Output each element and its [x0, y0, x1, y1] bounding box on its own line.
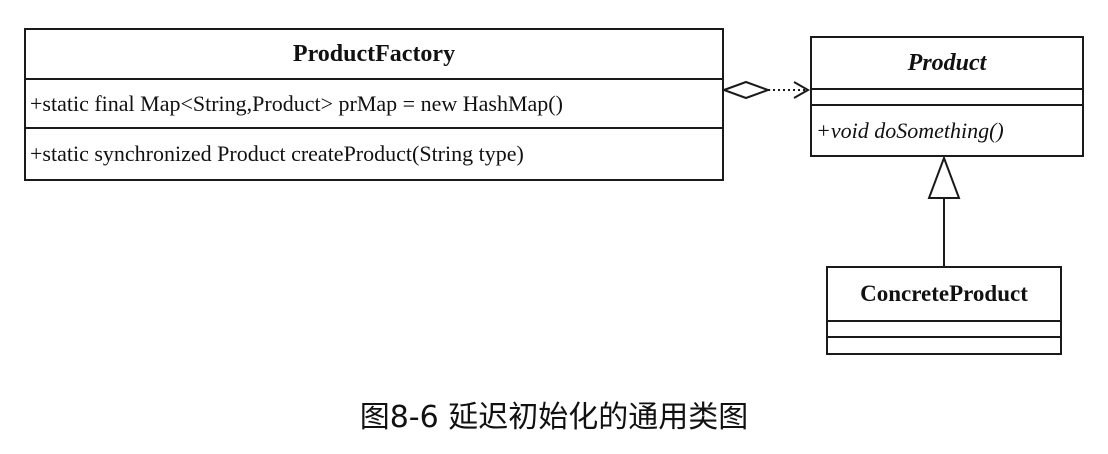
generalization-triangle [927, 155, 961, 199]
generalization-relation [927, 155, 961, 266]
class-product[interactable]: Product +void doSomething() [810, 36, 1084, 157]
aggregation-diamond [721, 80, 771, 100]
figure-caption: 图8-6 延迟初始化的通用类图 [359, 400, 749, 435]
class-attribute-compartment [828, 320, 1060, 336]
class-name: Product [907, 49, 987, 76]
aggregation-relation [721, 80, 811, 100]
class-attribute-compartment [812, 88, 1082, 104]
class-operation: +void doSomething() [812, 104, 1082, 155]
class-concrete-product[interactable]: ConcreteProduct [826, 266, 1062, 355]
class-product-factory[interactable]: ProductFactory +static final Map<String,… [24, 28, 724, 181]
class-operation: +static synchronized Product createProdu… [26, 127, 722, 179]
aggregation-arrowhead [793, 81, 811, 99]
class-attribute: +static final Map<String,Product> prMap … [26, 78, 722, 127]
class-name: ConcreteProduct [860, 281, 1028, 306]
class-operation-compartment [828, 336, 1060, 353]
class-name: ProductFactory [292, 40, 456, 67]
